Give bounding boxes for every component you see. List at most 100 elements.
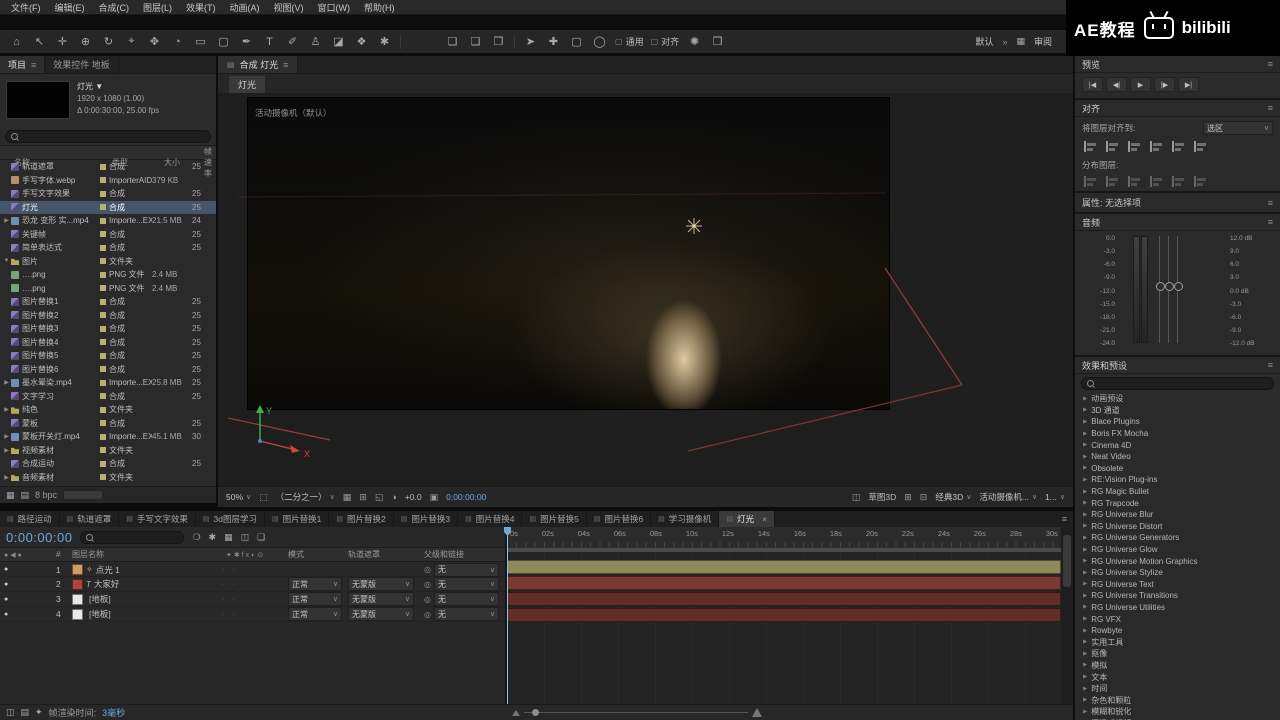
frame-blend-icon[interactable]	[224, 532, 233, 543]
snap-general-toggle[interactable]: 通用	[615, 35, 644, 48]
effects-category[interactable]: RG Universe Utilities	[1075, 602, 1280, 614]
choose-grid-guide-icon[interactable]	[259, 492, 268, 503]
layer-duration-bar[interactable]	[507, 576, 1061, 590]
panel-menu-icon[interactable]	[1268, 103, 1273, 113]
align-icon[interactable]	[1128, 141, 1142, 152]
expand-caret-icon[interactable]: ▶	[2, 474, 11, 481]
blend-mode-dropdown[interactable]: 正常	[288, 592, 342, 606]
align-to-dropdown[interactable]: 选区	[1203, 121, 1273, 135]
project-item-row[interactable]: 图片替换2 合成 25	[0, 309, 216, 323]
expand-caret-icon[interactable]: ▶	[2, 217, 11, 224]
region-of-interest-icon[interactable]	[343, 492, 352, 503]
label-color-swatch[interactable]	[100, 177, 106, 184]
label-color-swatch[interactable]	[100, 204, 106, 211]
column-layer-number[interactable]: #	[56, 550, 72, 559]
workspace-selector[interactable]: 默认	[975, 35, 993, 48]
menu-item[interactable]: 帮助(H)	[357, 1, 402, 14]
distribute-icon[interactable]	[1150, 176, 1164, 187]
project-item-row[interactable]: 图片替换5 合成 25	[0, 349, 216, 363]
work-area-bar[interactable]	[507, 547, 1061, 552]
tab-effect-controls[interactable]: 效果控件 地板	[45, 56, 119, 73]
align-icon[interactable]	[1106, 141, 1120, 152]
label-color-swatch[interactable]	[100, 298, 106, 305]
pickwhip-icon[interactable]: ◎	[424, 580, 431, 589]
menu-item[interactable]: 效果(T)	[179, 1, 223, 14]
effects-search-input[interactable]	[1081, 377, 1274, 390]
current-time-indicator[interactable]	[507, 527, 508, 705]
column-parent-link[interactable]: 父级和链接	[424, 549, 505, 560]
label-color-swatch[interactable]	[100, 406, 106, 413]
timeline-tab[interactable]: 图片替换3	[394, 511, 459, 527]
timeline-tab[interactable]: 灯光	[719, 511, 775, 527]
project-item-row[interactable]: ▶ 恐龙 变形 实...mp4 Importe...EX 21.5 MB 24	[0, 214, 216, 228]
project-item-row[interactable]: ▼ 图片 文件夹	[0, 255, 216, 269]
menu-item[interactable]: 文件(F)	[4, 1, 48, 14]
label-color-swatch[interactable]	[100, 393, 106, 400]
3d-view-dropdown[interactable]: 活动摄像机...	[979, 491, 1037, 503]
project-item-row[interactable]: 关键帧 合成 25	[0, 228, 216, 242]
effects-category[interactable]: RG Universe Distort	[1075, 521, 1280, 533]
distribute-icon[interactable]	[1106, 176, 1120, 187]
timeline-tab[interactable]: 图片替换2	[329, 511, 394, 527]
column-mode[interactable]: 模式	[288, 549, 348, 560]
tool-icon[interactable]	[100, 33, 117, 50]
tool-icon[interactable]	[8, 33, 25, 50]
toolbar-icon[interactable]	[545, 33, 562, 50]
tool-icon[interactable]	[307, 33, 324, 50]
project-item-row[interactable]: 图片替换4 合成 25	[0, 336, 216, 350]
timeline-tab[interactable]: 轨道遮罩	[60, 511, 120, 527]
tab-composition[interactable]: 合成 灯光	[218, 56, 299, 73]
mask-visibility-icon[interactable]	[375, 492, 384, 503]
tool-icon[interactable]	[330, 33, 347, 50]
tool-icon[interactable]	[31, 33, 48, 50]
layer-label-chip[interactable]	[72, 608, 83, 620]
effects-category[interactable]: RG Trapcode	[1075, 497, 1280, 509]
distribute-icon[interactable]	[1172, 176, 1186, 187]
layer-name[interactable]: [地板]	[89, 593, 111, 605]
project-search-input[interactable]	[5, 130, 211, 143]
menu-item[interactable]: 编辑(E)	[48, 1, 92, 14]
effects-category[interactable]: Obsolete	[1075, 463, 1280, 475]
label-color-swatch[interactable]	[100, 460, 106, 467]
label-color-swatch[interactable]	[100, 420, 106, 427]
tool-icon[interactable]	[169, 33, 186, 50]
menu-item[interactable]: 视图(V)	[267, 1, 311, 14]
magnification-dropdown[interactable]: 50%	[226, 492, 251, 502]
timeline-tab[interactable]: 图片替换4	[458, 511, 523, 527]
align-icon[interactable]	[1150, 141, 1164, 152]
transparency-grid-icon[interactable]	[359, 492, 367, 503]
expand-caret-icon[interactable]: ▼	[2, 258, 11, 264]
effects-category[interactable]: RG Universe Generators	[1075, 532, 1280, 544]
time-ruler[interactable]: 0s 02s 04s 06s 08s 10s 12s 14s 16s 18s 20s 22s 24s 26…	[507, 527, 1061, 548]
layer-row[interactable]: ● 3 [地板] · · 正常 无蒙版 ◎ 无	[0, 592, 505, 607]
column-track-matte[interactable]: 轨道遮罩	[348, 549, 424, 560]
panel-menu-icon[interactable]	[283, 60, 288, 70]
composition-flowchart-icon[interactable]	[192, 532, 200, 543]
timeline-tab[interactable]: 学习摄像机	[651, 511, 720, 527]
panel-menu-icon[interactable]	[1268, 59, 1273, 69]
layer-duration-bar[interactable]	[507, 592, 1061, 606]
expand-in-point-icon[interactable]	[6, 707, 15, 718]
timeline-search-input[interactable]	[80, 530, 185, 544]
tool-icon[interactable]	[238, 33, 255, 50]
effects-category[interactable]: 动画预设	[1075, 393, 1280, 405]
effects-category[interactable]: RG Magic Bullet	[1075, 486, 1280, 498]
motion-blur-icon[interactable]	[241, 532, 250, 543]
align-icon[interactable]	[1172, 141, 1186, 152]
visibility-eye-icon[interactable]: ●	[0, 581, 46, 588]
timeline-tab[interactable]: 图片替换5	[522, 511, 587, 527]
distribute-icon[interactable]	[1194, 176, 1208, 187]
label-color-swatch[interactable]	[100, 285, 106, 292]
effects-category[interactable]: RG Universe Motion Graphics	[1075, 555, 1280, 567]
label-color-swatch[interactable]	[100, 271, 106, 278]
effects-category[interactable]: Rowbyte	[1075, 625, 1280, 637]
label-color-swatch[interactable]	[100, 231, 106, 238]
tool-icon[interactable]	[54, 33, 71, 50]
project-item-row[interactable]: 手写字体.webp ImporterAIDB 379 KB	[0, 174, 216, 188]
timeline-tab[interactable]: 图片替换1	[265, 511, 330, 527]
project-item-row[interactable]: 图片替换6 合成 25	[0, 363, 216, 377]
label-color-swatch[interactable]	[100, 190, 106, 197]
project-item-row[interactable]: 文字学习 合成 25	[0, 390, 216, 404]
tool-icon[interactable]	[215, 33, 232, 50]
menu-item[interactable]: 窗口(W)	[311, 1, 358, 14]
